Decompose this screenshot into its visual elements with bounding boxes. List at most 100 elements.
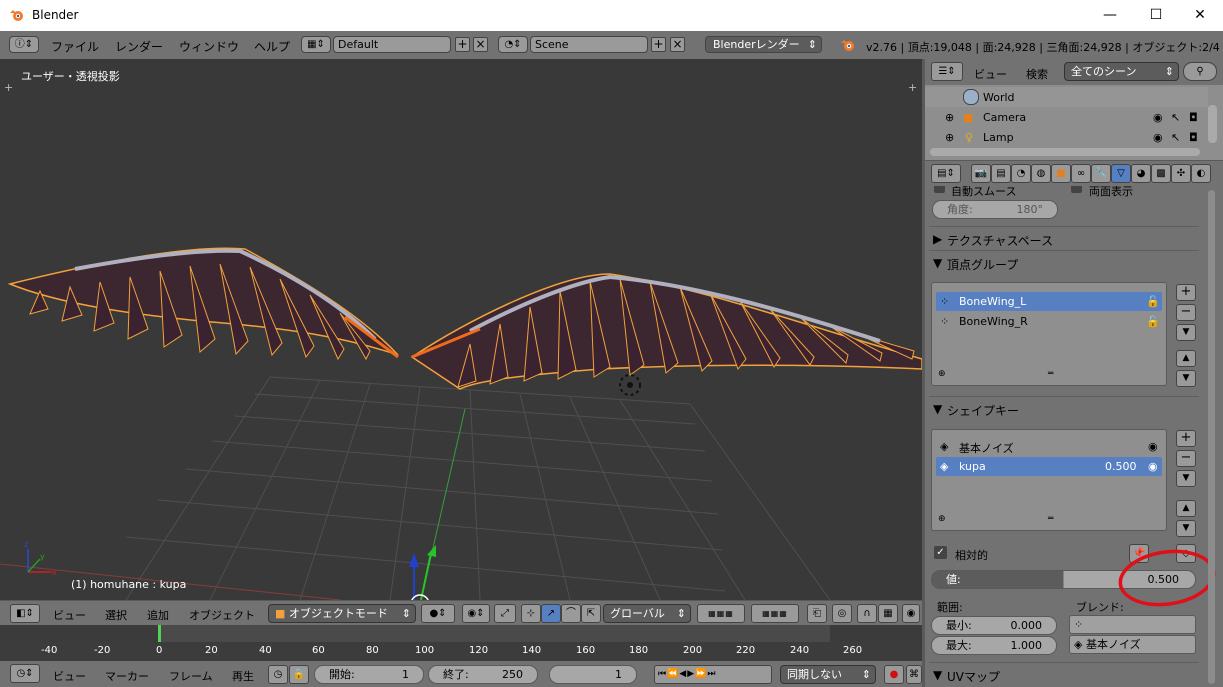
add-vertex-group-button[interactable]: + [1176, 284, 1196, 301]
visibility-eye-icon[interactable]: ◉ [1148, 440, 1158, 453]
timeline-menu-view[interactable]: ビュー [53, 668, 86, 684]
scene-selector-icon[interactable]: ◔⇕ [498, 36, 528, 53]
display-mode-dropdown[interactable]: 全てのシーン ⇕ [1064, 62, 1179, 81]
menu-help[interactable]: ヘルプ [254, 38, 290, 55]
playback-controls[interactable]: ⏮⏪◀▶⏩⏭ [654, 665, 772, 684]
outliner-menu-search[interactable]: 検索 [1026, 66, 1048, 82]
menu-object[interactable]: オブジェクト [189, 607, 255, 623]
list-filter-icon[interactable]: ⊕ [938, 514, 946, 524]
close-button[interactable]: ✕ [1177, 0, 1223, 31]
sync-mode-dropdown[interactable]: 同期しない ⇕ [780, 665, 876, 684]
layout-name-field[interactable]: Default [333, 36, 451, 53]
orientation-dropdown[interactable]: グローバル ⇕ [603, 604, 691, 623]
expand-icon[interactable]: ⊕ [945, 111, 954, 124]
selectable-cursor-icon[interactable]: ↖ [1171, 111, 1180, 124]
3d-viewport[interactable]: z y x ユーザー・透視投影 (1) homuhane : kupa + + [0, 59, 922, 600]
shading-dropdown[interactable]: ●⇕ [421, 604, 455, 623]
lock-camera-icon[interactable]: ⎗ [807, 604, 827, 623]
outliner-menu-view[interactable]: ビュー [974, 66, 1007, 82]
list-item[interactable]: ⁘ BoneWing_R 🔓 [936, 312, 1162, 331]
list-item[interactable]: ⁘ BoneWing_L 🔓 [936, 292, 1162, 311]
properties-scrollbar[interactable] [1208, 190, 1215, 684]
object-tab-icon[interactable]: ■ [1051, 164, 1071, 183]
remove-scene-button[interactable]: × [670, 37, 685, 52]
outliner-row-camera[interactable]: ⊕ ■ Camera ◉ ↖ ◘ [925, 107, 1208, 127]
menu-render[interactable]: レンダー [115, 38, 163, 55]
shape-key-specials-button[interactable]: ▼ [1176, 470, 1196, 487]
scale-icon[interactable]: ⇱ [581, 604, 601, 623]
render-preview-icon[interactable]: ◎ [832, 604, 852, 623]
visibility-eye-icon[interactable]: ◉ [1153, 131, 1163, 144]
remove-vertex-group-button[interactable]: − [1176, 304, 1196, 321]
shape-key-list[interactable]: ◈ 基本ノイズ ◉ ◈ kupa 0.500 ◉ ⊕ ═ [931, 429, 1167, 531]
outliner-row-world[interactable]: World [925, 87, 1208, 107]
shape-key-value[interactable]: 0.500 [1105, 460, 1137, 473]
relative-checkbox[interactable]: ✓ [934, 546, 947, 559]
layers-grid-icon[interactable]: ▦▦▦ [697, 604, 745, 623]
list-resize-handle[interactable]: ═ [1048, 369, 1053, 379]
mode-dropdown[interactable]: ■ オブジェクトモード ⇕ [268, 604, 416, 623]
render-camera-icon[interactable]: ◘ [1189, 131, 1198, 144]
relative-key-field[interactable]: ◈ 基本ノイズ [1069, 635, 1196, 654]
scene-name-field[interactable]: Scene [530, 36, 648, 53]
outliner-scrollbar[interactable] [1208, 105, 1217, 143]
texture-tab-icon[interactable]: ▩ [1151, 164, 1171, 183]
vertex-group-list[interactable]: ⁘ BoneWing_L 🔓 ⁘ BoneWing_R 🔓 ⊕ ═ [931, 282, 1167, 386]
outliner-row-lamp[interactable]: ⊕ ♀ Lamp ◉ ↖ ◘ [925, 127, 1208, 145]
move-up-button[interactable]: ▲ [1176, 350, 1196, 367]
viewport-split-icon[interactable]: + [908, 81, 917, 94]
translate-icon[interactable]: ↗ [541, 604, 561, 623]
data-tab-icon[interactable]: ▽ [1111, 164, 1131, 183]
timeline-area[interactable]: -40 -20 0 20 40 60 80 100 120 140 160 18… [0, 625, 922, 661]
visibility-eye-icon[interactable]: ◉ [1153, 111, 1163, 124]
outliner-hscrollbar[interactable] [930, 148, 1200, 156]
current-frame-field[interactable]: 1 [549, 665, 637, 684]
visibility-eye-icon[interactable]: ◉ [1148, 460, 1158, 473]
autosmooth-checkbox[interactable] [934, 186, 945, 193]
editor-type-3dview-icon[interactable]: ◧⇕ [10, 604, 40, 623]
list-item[interactable]: ◈ kupa 0.500 ◉ [936, 457, 1162, 476]
snap-element-icon[interactable]: ▦ [878, 604, 898, 623]
proportional-edit-icon[interactable]: ◉ [902, 604, 920, 623]
editor-type-outliner-icon[interactable]: ☰⇕ [931, 62, 963, 81]
transform-manipulator[interactable] [409, 545, 436, 600]
preview-range-icon[interactable]: ◷ [268, 665, 288, 684]
uv-maps-panel-header[interactable]: ▼ UVマップ [931, 664, 1199, 686]
slider-min-field[interactable]: 最小: 0.000 [931, 616, 1057, 635]
modifiers-tab-icon[interactable]: 🔧 [1091, 164, 1111, 183]
list-item[interactable]: ◈ 基本ノイズ ◉ [936, 437, 1162, 456]
manipulator-toggle-icon[interactable]: ⤢ [494, 604, 516, 623]
maximize-button[interactable]: ☐ [1133, 0, 1179, 31]
material-tab-icon[interactable]: ◕ [1131, 164, 1151, 183]
end-frame-field[interactable]: 終了: 250 [428, 665, 538, 684]
remove-layout-button[interactable]: × [473, 37, 488, 52]
editor-type-timeline-icon[interactable]: ◷⇕ [10, 664, 40, 683]
snap-toggle-icon[interactable]: ∩ [857, 604, 877, 623]
add-scene-button[interactable]: + [651, 37, 666, 52]
layout-selector-icon[interactable]: ▦⇕ [301, 36, 331, 53]
viewport-split-icon[interactable]: + [4, 81, 13, 94]
remove-shape-key-button[interactable]: − [1176, 450, 1196, 467]
menu-file[interactable]: ファイル [51, 38, 99, 55]
menu-view[interactable]: ビュー [53, 607, 86, 623]
layers-tab-icon[interactable]: ▤ [991, 164, 1011, 183]
vertex-groups-panel-header[interactable]: ▼ 頂点グループ [931, 252, 1199, 274]
current-frame-marker[interactable] [158, 625, 161, 642]
left-wing[interactable] [7, 247, 399, 361]
move-down-button[interactable]: ▼ [1176, 520, 1196, 537]
scene-tab-icon[interactable]: ◔ [1011, 164, 1031, 183]
pivot-point-dropdown[interactable]: ◉⇕ [462, 604, 490, 623]
timeline-menu-marker[interactable]: マーカー [105, 668, 149, 684]
render-camera-icon[interactable]: ◘ [1189, 111, 1198, 124]
double-sided-checkbox[interactable] [1071, 186, 1082, 193]
world-tab-icon[interactable]: ◍ [1031, 164, 1051, 183]
shape-keys-panel-header[interactable]: ▼ シェイプキー [931, 398, 1199, 420]
render-engine-dropdown[interactable]: Blenderレンダー ⇕ [705, 36, 822, 53]
properties-panel[interactable]: 自動スムース 両面表示 角度: 180° ▶ テクスチャスペース ▼ 頂点グループ… [925, 186, 1223, 687]
menu-add[interactable]: 追加 [147, 607, 169, 623]
menu-window[interactable]: ウィンドウ [179, 38, 239, 55]
lock-icon[interactable]: 🔓 [1146, 295, 1160, 308]
render-tab-icon[interactable]: 📷 [971, 164, 991, 183]
blend-vertex-group-field[interactable]: ⁘ [1069, 615, 1196, 634]
move-down-button[interactable]: ▼ [1176, 370, 1196, 387]
